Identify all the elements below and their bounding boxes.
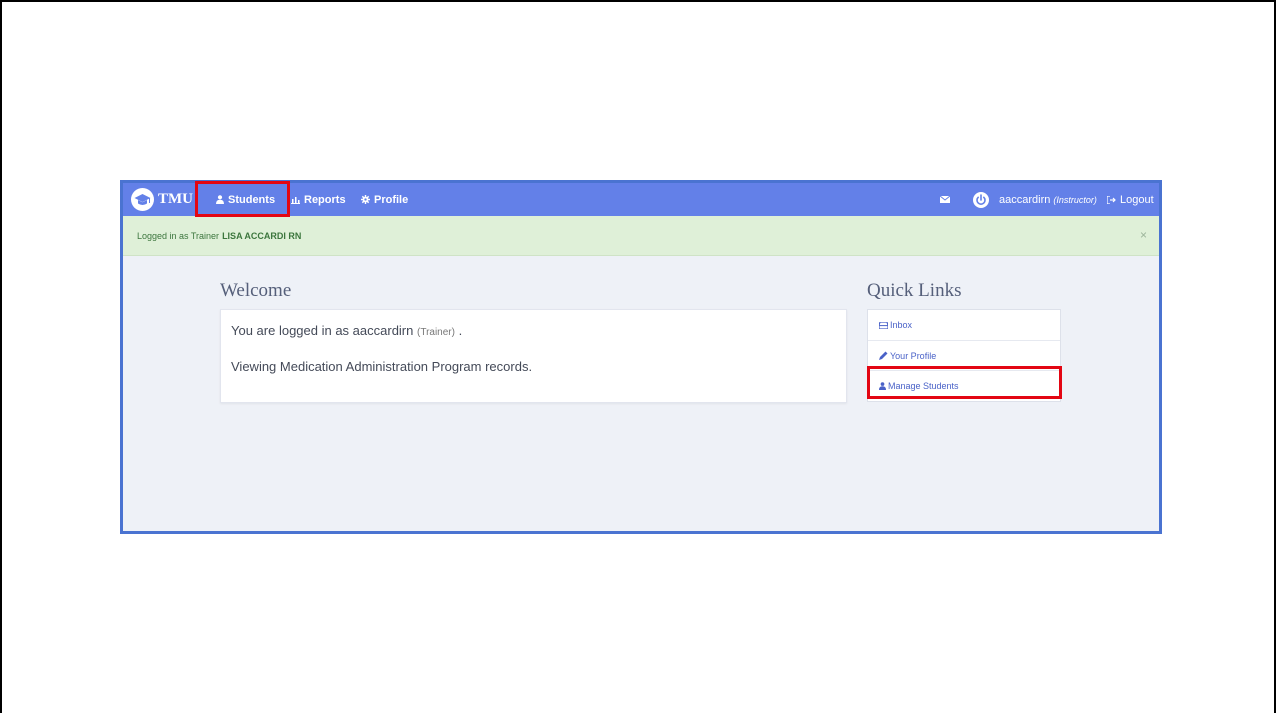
quick-link-inbox-label: Inbox: [890, 320, 913, 330]
highlight-box-students: [195, 181, 290, 217]
close-icon[interactable]: ×: [1140, 228, 1147, 242]
inbox-icon: [879, 321, 888, 329]
quick-links-title: Quick Links: [867, 280, 962, 301]
gear-icon: [361, 195, 370, 204]
welcome-login-text: You are logged in as aaccardirn: [231, 323, 414, 338]
graduation-cap-logo-icon: [131, 188, 154, 211]
welcome-role: (Trainer): [417, 327, 455, 338]
logout-button[interactable]: Logout: [1107, 183, 1154, 216]
envelope-icon: [940, 196, 950, 203]
pencil-icon: [879, 351, 888, 360]
welcome-program-line: Viewing Medication Administration Progra…: [231, 359, 533, 374]
messages-button[interactable]: [940, 183, 954, 216]
brand[interactable]: TMU: [131, 187, 193, 212]
nav-profile[interactable]: Profile: [361, 183, 408, 216]
nav-reports-label: Reports: [304, 193, 346, 206]
username: aaccardirn: [999, 193, 1051, 206]
alert-trainer-name: LISA ACCARDI RN: [222, 230, 302, 241]
app-window: TMU Students Reports Profile aaccardirn …: [120, 180, 1162, 534]
brand-name: TMU: [158, 191, 193, 207]
logout-label: Logout: [1120, 193, 1154, 206]
user-menu[interactable]: aaccardirn (Instructor): [973, 183, 1097, 216]
nav-profile-label: Profile: [374, 193, 409, 206]
power-avatar-icon: [973, 191, 989, 208]
welcome-login-suffix: .: [454, 323, 463, 338]
user-role: (Instructor): [1053, 194, 1097, 205]
highlight-box-manage-students: [867, 366, 1062, 399]
welcome-card: You are logged in as aaccardirn (Trainer…: [220, 309, 847, 403]
nav-reports[interactable]: Reports: [291, 183, 346, 216]
login-alert: Logged in as Trainer LISA ACCARDI RN ×: [123, 216, 1159, 256]
bar-chart-icon: [291, 196, 300, 204]
welcome-title: Welcome: [220, 280, 292, 301]
welcome-login-line: You are logged in as aaccardirn (Trainer…: [231, 323, 462, 338]
alert-prefix: Logged in as Trainer: [137, 230, 220, 241]
quick-link-inbox[interactable]: Inbox: [868, 310, 1060, 340]
quick-link-your-profile-label: Your Profile: [890, 350, 937, 361]
sign-out-icon: [1107, 195, 1116, 204]
